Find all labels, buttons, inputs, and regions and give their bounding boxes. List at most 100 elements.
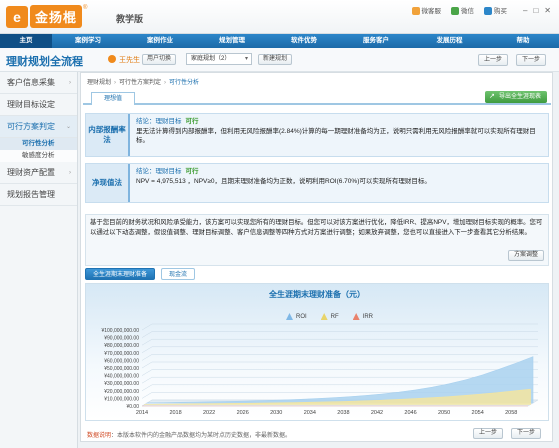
tab-ideal-value[interactable]: 理想值 — [91, 92, 135, 105]
new-plan-button[interactable]: 新建规划 — [258, 54, 293, 65]
footer-prev-button[interactable]: 上一步 — [473, 428, 504, 439]
logo-mark: e — [6, 5, 28, 28]
grid-depth-line — [141, 338, 153, 346]
conclusion-prefix: 结论：理财目标 — [136, 118, 182, 125]
data-note-text: ：本版本软件内的金融产品数据均为某时点历史数据，非最新数据。 — [111, 433, 292, 439]
sidebar-item-label: 理财目标设定 — [7, 100, 55, 109]
npv-card-label: 净现值法 — [86, 164, 130, 202]
cart-icon — [484, 7, 492, 16]
legend-swatch — [286, 313, 293, 320]
logo-text: 金扬棍 — [30, 5, 83, 28]
breadcrumb: 理财规划 › 可行性方案判定 › 可行性分析 — [87, 77, 199, 86]
top-link-wechat[interactable]: 微信 — [451, 5, 474, 16]
conclusion-prefix: 结论：理财目标 — [136, 168, 182, 175]
sidebar-item-label: 可行方案判定 — [7, 122, 55, 131]
tab-cash-flow[interactable]: 现金流 — [161, 268, 196, 280]
legend-item-irr[interactable]: IRR — [352, 313, 373, 320]
breadcrumb-item[interactable]: 可行性方案判定 — [119, 80, 161, 86]
breadcrumb-item[interactable]: 理财规划 — [87, 80, 111, 86]
main-content: 理财规划›可行性方案判定›可行性分析 理想值 导出全生涯现表 内部报酬率法 结论… — [80, 72, 553, 442]
nav-history[interactable]: 发展历程 — [412, 34, 487, 48]
x-tick-label: 2058 — [505, 410, 517, 416]
grid-depth-line — [141, 323, 153, 331]
chat-icon — [411, 7, 420, 16]
plan-select[interactable]: 家庭规划（2） ▾ — [186, 53, 252, 65]
x-tick-label: 2022 — [203, 410, 215, 416]
sidebar-item-asset-allocation[interactable]: 理财资产配置 › — [0, 162, 77, 184]
top-bar: e 金扬棍 ® 教学版 微客服 微信 购买 – □ ✕ — [0, 0, 559, 34]
sidebar: 客户信息采集 › 理财目标设定 可行方案判定 ⌄ 可行性分析 敏感度分析 理财资产配… — [0, 72, 78, 448]
breadcrumb-separator: › — [114, 80, 117, 86]
prev-step-button[interactable]: 上一步 — [478, 54, 509, 66]
title-row: 理财规划全流程 王先生 用户切换 家庭规划（2） ▾ 新建规划 上一步 下一步 — [0, 48, 559, 72]
irr-card: 内部报酬率法 结论：理财目标 可行 里无法计算得到内部报酬率，但利用无风险报酬率(… — [85, 113, 549, 157]
grid-depth-line — [141, 354, 153, 361]
tab-bar: 理想值 导出全生涯现表 — [83, 91, 551, 105]
top-link-service[interactable]: 微客服 — [411, 5, 442, 16]
logo: e 金扬棍 ® — [6, 5, 87, 28]
maximize-icon[interactable]: □ — [533, 6, 538, 15]
npv-card-body: 结论：理财目标 可行 NPV = 4,975,513 ，NPV≥0，且期末理财准备… — [136, 167, 542, 186]
legend-label: ROI — [296, 314, 307, 321]
nav-help[interactable]: 帮助 — [487, 34, 559, 48]
switch-user-button[interactable]: 用户切换 — [142, 54, 177, 65]
y-tick-label: ¥70,000,000.00 — [104, 351, 139, 357]
nav-plan-management[interactable]: 规划管理 — [196, 34, 268, 48]
minimize-icon[interactable]: – — [523, 6, 527, 15]
y-tick-label: ¥10,000,000.00 — [104, 396, 139, 402]
sidebar-item-label: 规划报告管理 — [7, 190, 55, 199]
top-link-label: 微客服 — [421, 8, 442, 15]
data-note-label: 数据说明 — [87, 433, 112, 439]
chevron-right-icon: › — [69, 170, 71, 176]
breadcrumb-current: 可行性分析 — [169, 80, 200, 86]
nav-home[interactable]: 主页 — [0, 34, 52, 48]
breadcrumb-separator: › — [164, 80, 167, 86]
legend-item-roi[interactable]: ROI — [286, 313, 307, 320]
sidebar-sub-feasibility-analysis[interactable]: 可行性分析 — [0, 138, 77, 150]
window-controls: – □ ✕ — [523, 6, 551, 15]
grid-depth-line — [141, 392, 153, 399]
chevron-right-icon: › — [69, 80, 71, 86]
sidebar-item-goal-setting[interactable]: 理财目标设定 — [0, 94, 77, 116]
chevron-down-icon: ⌄ — [65, 124, 71, 130]
main-nav: 主页 案例学习 案例作业 规划管理 软件优势 服务客户 发展历程 帮助 — [0, 34, 559, 48]
grid-depth-line — [141, 369, 153, 376]
chart-legend: ROI RF IRR — [286, 313, 373, 320]
sidebar-item-feasibility[interactable]: 可行方案判定 ⌄ — [0, 116, 77, 138]
nav-case-study[interactable]: 案例学习 — [52, 34, 124, 48]
x-tick-label: 2038 — [337, 410, 349, 416]
sidebar-item-client-info[interactable]: 客户信息采集 › — [0, 72, 77, 94]
chevron-down-icon: ▾ — [244, 56, 248, 62]
chart-tabs: 全生涯期末理财准备 现金流 — [85, 268, 196, 281]
sidebar-item-label: 理财资产配置 — [7, 168, 55, 177]
close-icon[interactable]: ✕ — [544, 6, 551, 15]
top-link-buy[interactable]: 购买 — [484, 5, 507, 16]
x-tick-label: 2026 — [237, 410, 249, 416]
verdict-badge: 可行 — [185, 168, 199, 175]
sidebar-sub-sensitivity-analysis[interactable]: 敏感度分析 — [0, 150, 77, 162]
registered-icon: ® — [83, 5, 88, 11]
reserve-chart: ¥0.00¥10,000,000.00¥20,000,000.00¥30,000… — [101, 323, 539, 416]
x-tick-label: 2046 — [404, 410, 416, 416]
legend-label: RF — [330, 314, 339, 321]
adjust-plan-button[interactable]: 方案调整 — [507, 250, 544, 261]
user-icon — [108, 55, 116, 63]
y-tick-label: ¥20,000,000.00 — [104, 389, 139, 395]
sidebar-item-report-management[interactable]: 规划报告管理 — [0, 184, 77, 206]
nav-advantages[interactable]: 软件优势 — [268, 34, 340, 48]
irr-card-label: 内部报酬率法 — [86, 114, 130, 156]
legend-item-rf[interactable]: RF — [320, 313, 339, 321]
x-tick-label: 2018 — [169, 410, 181, 416]
grid-depth-line — [141, 361, 153, 369]
chart-panel: ¥0.00 ¥10,000,000.00 ¥20,000,000.00 ¥30,000… — [85, 283, 549, 421]
tab-lifetime-reserve[interactable]: 全生涯期末理财准备 — [85, 268, 156, 280]
y-tick-label: ¥30,000,000.00 — [104, 381, 139, 387]
x-tick-label: 2030 — [270, 410, 282, 416]
nav-case-homework[interactable]: 案例作业 — [124, 34, 196, 48]
export-button[interactable]: 导出全生涯现表 — [484, 91, 547, 103]
verdict-badge: 可行 — [185, 118, 199, 125]
footer-next-button[interactable]: 下一步 — [511, 428, 542, 439]
grid-depth-line — [141, 331, 153, 338]
nav-clients[interactable]: 服务客户 — [340, 34, 412, 48]
next-step-button[interactable]: 下一步 — [516, 54, 547, 66]
